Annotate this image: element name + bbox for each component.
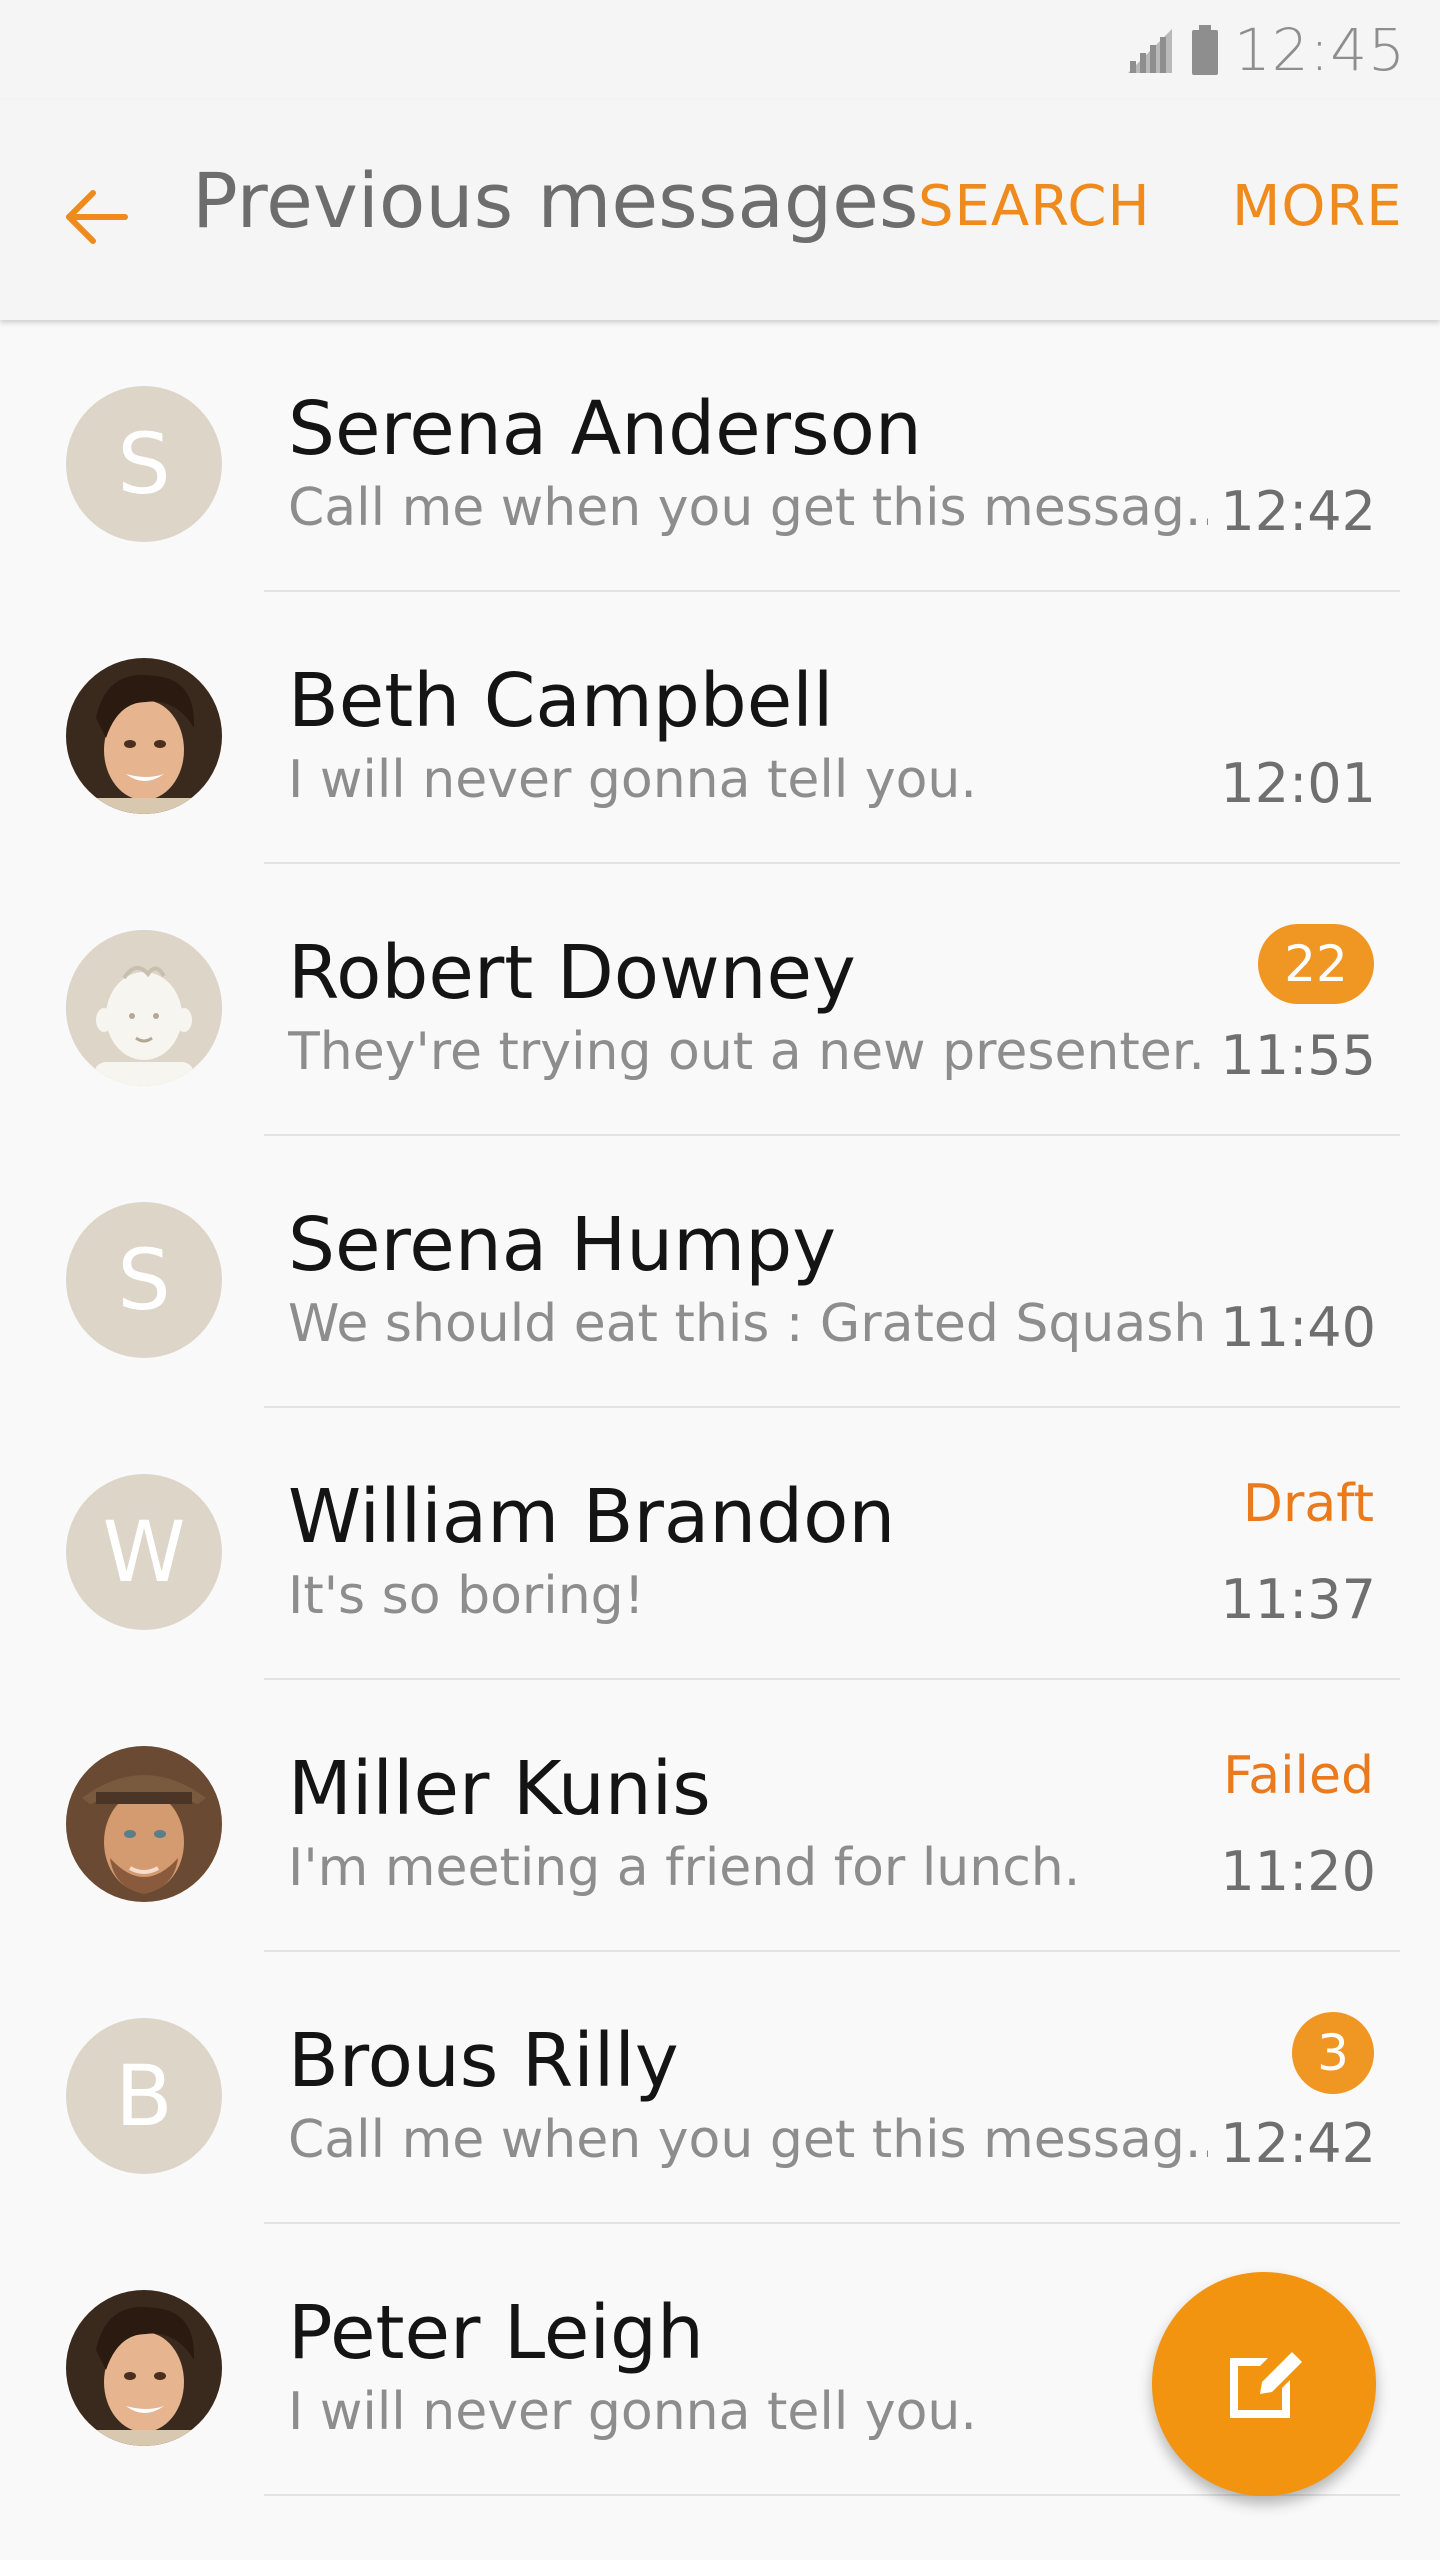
- conversation-row[interactable]: Miller Kunis I'm meeting a friend for lu…: [0, 1680, 1440, 1952]
- status-bar: 12:45: [0, 0, 1440, 100]
- contact-name: Brous Rilly: [288, 2018, 679, 2104]
- avatar[interactable]: W: [66, 1474, 222, 1630]
- avatar[interactable]: S: [66, 386, 222, 542]
- avatar-letter: W: [102, 1503, 186, 1601]
- avatar-photo-young-man: [66, 658, 222, 814]
- message-time: 11:55: [1220, 1024, 1376, 1087]
- avatar[interactable]: S: [66, 1202, 222, 1358]
- contact-name: Robert Downey: [288, 930, 856, 1016]
- compose-icon: [1230, 2352, 1302, 2418]
- unread-badge: 22: [1258, 924, 1374, 1004]
- draft-label: Draft: [1242, 1474, 1374, 1534]
- avatar-letter: S: [117, 1231, 171, 1329]
- avatar[interactable]: [66, 658, 222, 814]
- conversation-row[interactable]: S Serena Anderson Call me when you get t…: [0, 320, 1440, 592]
- divider: [264, 2494, 1400, 2496]
- message-snippet: It's so boring!: [288, 1566, 645, 1626]
- conversation-row[interactable]: Beth Campbell I will never gonna tell yo…: [0, 592, 1440, 864]
- avatar-letter: B: [115, 2047, 173, 2145]
- message-time: 11:40: [1220, 1296, 1376, 1359]
- conversation-row[interactable]: Robert Downey They're trying out a new p…: [0, 864, 1440, 1136]
- contact-name: William Brandon: [288, 1474, 896, 1560]
- message-snippet: We should eat this : Grated Squash: [288, 1294, 1207, 1354]
- contact-name: Serena Humpy: [288, 1202, 836, 1288]
- avatar[interactable]: [66, 1746, 222, 1902]
- message-snippet: They're trying out a new presenter...: [288, 1022, 1208, 1082]
- conversation-list: S Serena Anderson Call me when you get t…: [0, 320, 1440, 2496]
- contact-name: Peter Leigh: [288, 2290, 704, 2376]
- conversation-row[interactable]: S Serena Humpy We should eat this : Grat…: [0, 1136, 1440, 1408]
- avatar[interactable]: [66, 930, 222, 1086]
- contact-name: Beth Campbell: [288, 658, 834, 744]
- message-time: 11:37: [1220, 1568, 1376, 1631]
- compose-button[interactable]: [1152, 2272, 1376, 2496]
- message-time: 12:42: [1220, 2112, 1376, 2175]
- message-snippet: I will never gonna tell you.: [288, 2382, 977, 2442]
- back-button[interactable]: [50, 172, 140, 262]
- avatar-photo-man-hat: [66, 1746, 222, 1902]
- message-snippet: I will never gonna tell you.: [288, 750, 977, 810]
- conversation-row[interactable]: W William Brandon It's so boring! Draft …: [0, 1408, 1440, 1680]
- more-button[interactable]: MORE: [1232, 174, 1403, 239]
- page-title: Previous messages: [192, 156, 919, 245]
- avatar[interactable]: [66, 2290, 222, 2446]
- status-time: 12:45: [1233, 16, 1406, 84]
- message-snippet: Call me when you get this messag...: [288, 478, 1208, 538]
- failed-label: Failed: [1223, 1746, 1374, 1806]
- default-contact-icon: [66, 930, 222, 1086]
- message-time: 12:42: [1220, 480, 1376, 543]
- message-snippet: Call me when you get this messag...: [288, 2110, 1208, 2170]
- arrow-left-icon: [66, 190, 128, 244]
- message-time: 11:20: [1220, 1840, 1376, 1903]
- signal-icon: [1127, 29, 1172, 73]
- avatar[interactable]: B: [66, 2018, 222, 2174]
- battery-icon: [1191, 25, 1218, 75]
- app-bar: Previous messages SEARCH MORE: [0, 100, 1440, 320]
- unread-badge: 3: [1292, 2012, 1374, 2094]
- search-button[interactable]: SEARCH: [918, 174, 1151, 239]
- status-indicators: 12:45: [1124, 14, 1406, 86]
- avatar-letter: S: [117, 415, 171, 513]
- contact-name: Miller Kunis: [288, 1746, 711, 1832]
- conversation-row[interactable]: B Brous Rilly Call me when you get this …: [0, 1952, 1440, 2224]
- messages-screen: 12:45 Previous messages SEARCH MORE S Se…: [0, 0, 1440, 2560]
- message-time: 12:01: [1220, 752, 1376, 815]
- message-snippet: I'm meeting a friend for lunch.: [288, 1838, 1081, 1898]
- contact-name: Serena Anderson: [288, 386, 922, 472]
- avatar-photo-young-man: [66, 2290, 222, 2446]
